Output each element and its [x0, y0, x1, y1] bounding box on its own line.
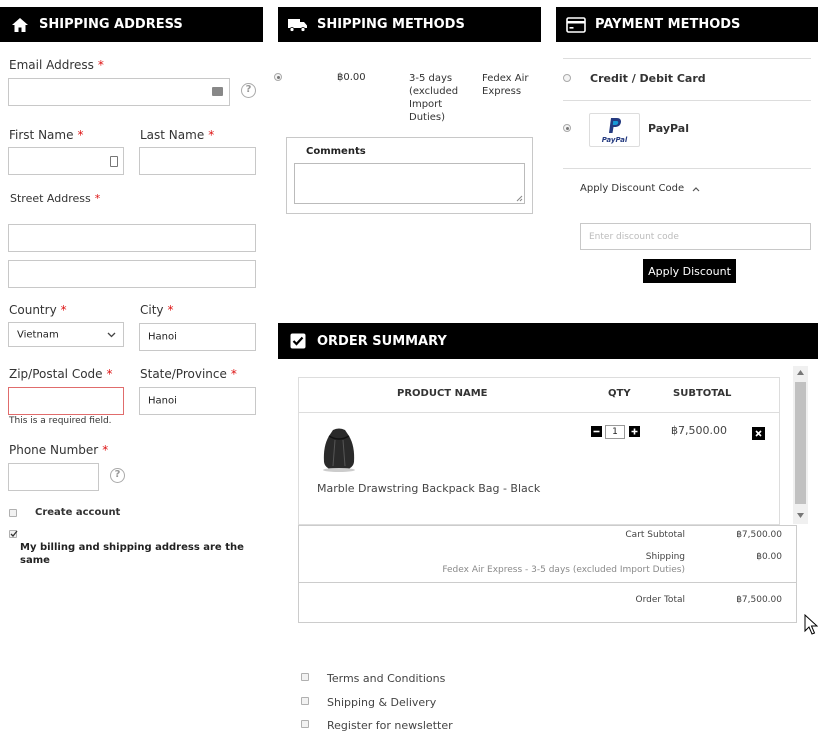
shipping-address-title: SHIPPING ADDRESS [39, 17, 183, 32]
discount-toggle[interactable]: Apply Discount Code [580, 183, 700, 194]
shipping-method-price: ฿0.00 [337, 72, 366, 83]
order-summary-header: ORDER SUMMARY [278, 323, 818, 359]
column-header-qty: QTY [608, 388, 631, 399]
autofill-contact-icon [110, 156, 118, 167]
phone-label: Phone Number * [9, 443, 109, 457]
terms-checkbox[interactable] [301, 673, 309, 681]
chevron-down-icon [107, 332, 116, 338]
street-line-2-field[interactable] [8, 260, 256, 288]
scroll-up-arrow-icon[interactable] [797, 370, 804, 375]
shipping-detail: Fedex Air Express - 3-5 days (excluded I… [442, 565, 685, 575]
qty-decrease-button[interactable] [591, 426, 602, 437]
street-label: Street Address * [10, 192, 101, 205]
divider [563, 168, 811, 169]
shipping-value: ฿0.00 [756, 552, 782, 562]
shipping-method-eta: 3-5 days (excluded Import Duties) [409, 73, 459, 123]
paypal-logo: PayPal [589, 113, 640, 147]
zip-field[interactable] [8, 387, 124, 415]
email-label: Email Address * [9, 58, 104, 72]
phone-field[interactable] [8, 463, 99, 491]
shipping-delivery-checkbox[interactable] [301, 697, 309, 705]
paypal-icon [609, 118, 622, 133]
email-field[interactable] [8, 78, 230, 106]
shipping-delivery-label[interactable]: Shipping & Delivery [327, 696, 436, 709]
zip-label: Zip/Postal Code * [9, 367, 113, 381]
close-icon [755, 430, 762, 437]
qty-input[interactable]: 1 [605, 425, 625, 439]
comments-box: Comments [286, 137, 533, 214]
first-name-label: First Name * [9, 128, 84, 142]
credit-card-icon [565, 16, 587, 34]
order-items-table: PRODUCT NAME QTY SUBTOTAL Marble Drawstr… [298, 377, 780, 525]
card-label: Credit / Debit Card [590, 72, 706, 85]
shipping-address-header: SHIPPING ADDRESS [0, 7, 263, 42]
newsletter-label[interactable]: Register for newsletter [327, 719, 453, 732]
mouse-cursor-icon [804, 614, 818, 635]
comments-label: Comments [306, 146, 366, 157]
minus-icon [593, 430, 600, 433]
phone-help-icon[interactable]: ? [110, 468, 125, 483]
shipping-method-carrier: Fedex Air Express [482, 73, 529, 97]
country-label: Country * [9, 303, 67, 317]
divider [563, 58, 811, 59]
payment-methods-header: PAYMENT METHODS [556, 7, 818, 42]
card-radio[interactable] [563, 74, 571, 82]
chevron-up-icon [692, 186, 700, 191]
divider [299, 582, 796, 583]
divider [563, 100, 811, 101]
newsletter-checkbox[interactable] [301, 720, 309, 728]
email-help-icon[interactable]: ? [241, 83, 256, 98]
terms-label[interactable]: Terms and Conditions [327, 672, 445, 685]
state-field[interactable]: Hanoi [139, 387, 256, 415]
qty-increase-button[interactable] [629, 426, 640, 437]
discount-code-input[interactable]: Enter discount code [580, 223, 811, 250]
last-name-field[interactable] [139, 147, 256, 175]
autofill-card-icon [212, 87, 223, 96]
product-thumbnail[interactable] [315, 426, 363, 474]
paypal-label: PayPal [648, 122, 689, 135]
cart-subtotal-value: ฿7,500.00 [736, 530, 782, 540]
apply-discount-button[interactable]: Apply Discount [643, 259, 736, 283]
shipping-label: Shipping [645, 552, 685, 562]
create-account-checkbox[interactable] [9, 509, 17, 517]
payment-methods-title: PAYMENT METHODS [595, 17, 741, 32]
resize-handle-icon[interactable] [516, 195, 523, 202]
order-total-value: ฿7,500.00 [736, 595, 782, 605]
first-name-field[interactable] [8, 147, 124, 175]
country-select[interactable]: Vietnam [8, 322, 124, 347]
same-address-checkbox[interactable] [9, 530, 18, 538]
order-summary-title: ORDER SUMMARY [317, 333, 447, 349]
state-label: State/Province * [140, 367, 237, 381]
product-name[interactable]: Marble Drawstring Backpack Bag - Black [317, 482, 540, 495]
last-name-label: Last Name * [140, 128, 215, 142]
shipping-method-radio[interactable] [274, 73, 282, 81]
column-header-subtotal: SUBTOTAL [673, 388, 732, 399]
truck-icon [287, 16, 309, 34]
scrollbar-thumb[interactable] [795, 382, 806, 504]
shipping-methods-title: SHIPPING METHODS [317, 17, 465, 32]
create-account-label: Create account [35, 507, 121, 518]
plus-icon [631, 428, 638, 435]
divider [299, 412, 779, 413]
remove-item-button[interactable] [752, 427, 765, 440]
zip-error-message: This is a required field. [9, 416, 112, 426]
order-items-scrollbar[interactable] [793, 366, 808, 524]
order-totals: Cart Subtotal ฿7,500.00 Shipping ฿0.00 F… [298, 525, 797, 623]
comments-textarea[interactable] [294, 163, 525, 204]
checkbox-checked-icon [287, 332, 309, 350]
home-icon [9, 16, 31, 34]
item-subtotal: ฿7,500.00 [671, 424, 727, 437]
city-label: City * [140, 303, 174, 317]
checkmark-icon [10, 530, 18, 537]
country-value: Vietnam [17, 329, 59, 340]
shipping-methods-header: SHIPPING METHODS [278, 7, 541, 42]
scroll-down-arrow-icon[interactable] [797, 513, 804, 518]
cart-subtotal-label: Cart Subtotal [625, 530, 685, 540]
order-total-label: Order Total [635, 595, 685, 605]
city-field[interactable]: Hanoi [139, 323, 256, 351]
same-address-label: My billing and shipping address are the … [20, 542, 244, 566]
column-header-product: PRODUCT NAME [397, 388, 488, 399]
street-line-1-field[interactable] [8, 224, 256, 252]
paypal-radio[interactable] [563, 124, 571, 132]
